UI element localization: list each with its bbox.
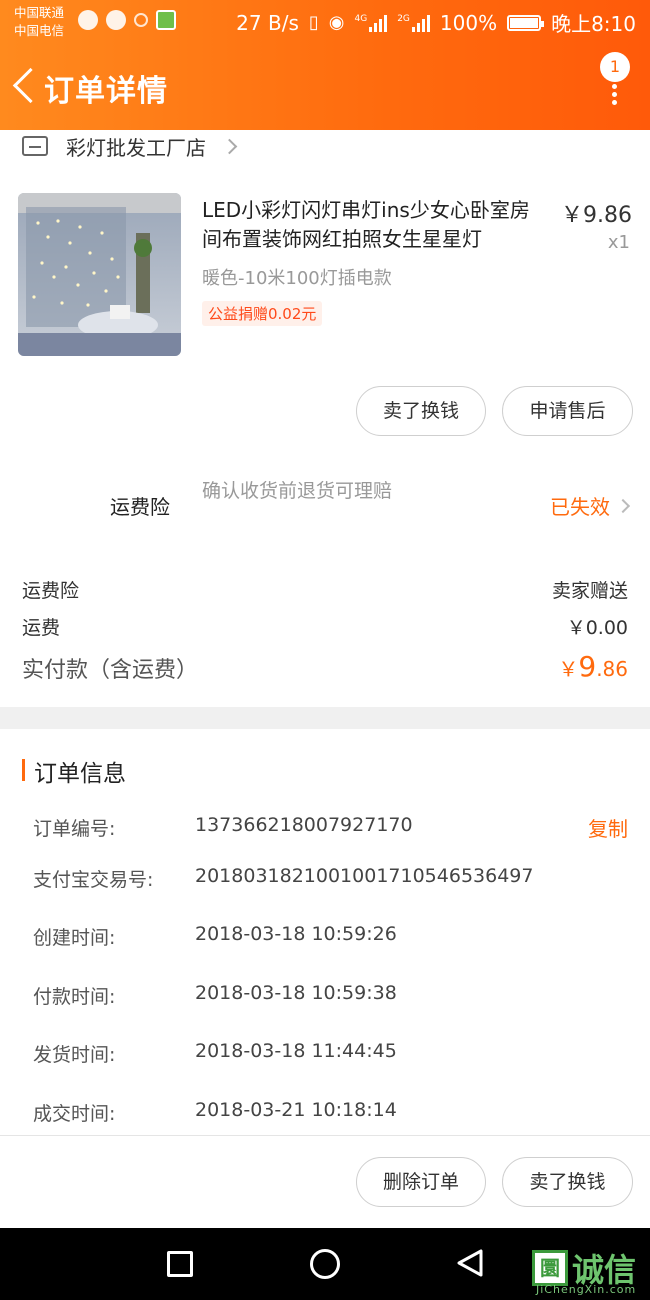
chevron-right-icon (221, 138, 238, 154)
section-accent-bar (22, 759, 25, 781)
fee-insurance-label: 运费险 (22, 580, 80, 602)
sell-button[interactable]: 卖了换钱 (502, 1157, 633, 1207)
carrier-2: 中国电信 (14, 23, 65, 38)
insurance-desc: 确认收货前退货可理赔 (202, 480, 393, 502)
notification-icons (78, 10, 176, 30)
chevron-right-icon (615, 498, 631, 513)
product-price: ￥9.86 (561, 203, 632, 228)
more-menu-button[interactable]: 1 (596, 50, 636, 110)
app-header: 订单详情 1 (0, 50, 650, 130)
shipped-time-value: 2018-03-18 11:44:45 (195, 1040, 397, 1062)
message-badge: 1 (600, 52, 630, 82)
fee-insurance-value: 卖家赠送 (551, 580, 628, 602)
wechat-icon (106, 10, 126, 30)
after-sale-button[interactable]: 申请售后 (502, 386, 633, 436)
product-image[interactable] (18, 193, 181, 356)
insurance-status-text: 已失效 (550, 495, 610, 519)
store-icon (22, 136, 48, 156)
eye-icon: ◉ (328, 12, 345, 33)
total-label: 实付款（含运费） (22, 658, 199, 683)
shop-name: 彩灯批发工厂店 (66, 135, 206, 160)
order-number-label: 订单编号: (33, 818, 116, 840)
carrier-1: 中国联通 (14, 5, 65, 20)
total-integer: 9 (578, 650, 597, 683)
watermark-url: JiChengXin.com (536, 1283, 637, 1296)
battery-level: 100% (439, 10, 498, 35)
completed-time-value: 2018-03-21 10:18:14 (195, 1099, 397, 1121)
status-right: 27 B/s ▯ ◉ 4G 2G 100% 晚上8:10 (236, 8, 636, 37)
delete-order-button[interactable]: 删除订单 (356, 1157, 486, 1207)
fee-shipping-label: 运费 (22, 617, 61, 639)
fee-shipping-value: ￥0.00 (566, 617, 628, 639)
signal-4g-icon: 4G (354, 14, 388, 32)
product-sku: 暖色-10米100灯插电款 (202, 268, 392, 289)
sell-item-button[interactable]: 卖了换钱 (356, 386, 486, 436)
paid-time-label: 付款时间: (33, 986, 116, 1008)
total-decimal: .86 (596, 657, 628, 681)
watermark-glyph: 圜 (532, 1250, 568, 1286)
created-time-value: 2018-03-18 10:59:26 (195, 923, 397, 945)
clock: 晚上8:10 (551, 12, 636, 36)
notification-dot-icon (134, 13, 148, 27)
recent-apps-icon[interactable] (167, 1251, 193, 1277)
copy-button[interactable]: 复制 (588, 813, 628, 842)
total-amount: ￥9.86 (558, 650, 628, 683)
total-currency: ￥ (558, 657, 579, 681)
order-number-value: 137366218007927170 (195, 814, 413, 836)
back-arrow-icon[interactable] (12, 66, 36, 106)
shop-row[interactable]: 彩灯批发工厂店 (22, 131, 238, 161)
app-notification-icon (156, 10, 176, 30)
paid-time-value: 2018-03-18 10:59:38 (195, 982, 397, 1004)
charity-tag: 公益捐赠0.02元 (202, 301, 323, 326)
net-speed: 27 B/s (236, 10, 299, 35)
more-dots-icon (612, 84, 618, 105)
product-quantity: x1 (607, 232, 630, 253)
home-icon[interactable] (310, 1249, 340, 1279)
top-banner: 中国联通 中国电信 27 B/s ▯ ◉ 4G 2G 100% 晚上8:10 订… (0, 0, 650, 130)
alipay-trade-label: 支付宝交易号: (33, 869, 154, 891)
system-nav-bar: 圜 诚信 JiChengXin.com (0, 1228, 650, 1300)
signal-2g-icon: 2G (397, 14, 430, 32)
completed-time-label: 成交时间: (33, 1103, 116, 1125)
shipped-time-label: 发货时间: (33, 1044, 116, 1066)
battery-icon (507, 14, 545, 31)
status-bar: 中国联通 中国电信 27 B/s ▯ ◉ 4G 2G 100% 晚上8:10 (0, 0, 650, 46)
alipay-trade-value: 2018031821001001710546536497 (195, 865, 534, 887)
back-triangle-icon[interactable] (455, 1248, 485, 1278)
insurance-status[interactable]: 已失效 (550, 491, 631, 520)
created-time-label: 创建时间: (33, 927, 116, 949)
vibrate-icon: ▯ (308, 12, 319, 33)
page-title: 订单详情 (44, 74, 168, 109)
weibo-icon (78, 10, 98, 30)
section-divider (0, 707, 650, 729)
product-name[interactable]: LED小彩灯闪灯串灯ins少女心卧室房间布置装饰网红拍照女生星星灯 (202, 196, 547, 254)
carrier-info: 中国联通 中国电信 (14, 4, 64, 40)
order-info-title: 订单信息 (34, 761, 126, 787)
insurance-label: 运费险 (110, 495, 170, 519)
